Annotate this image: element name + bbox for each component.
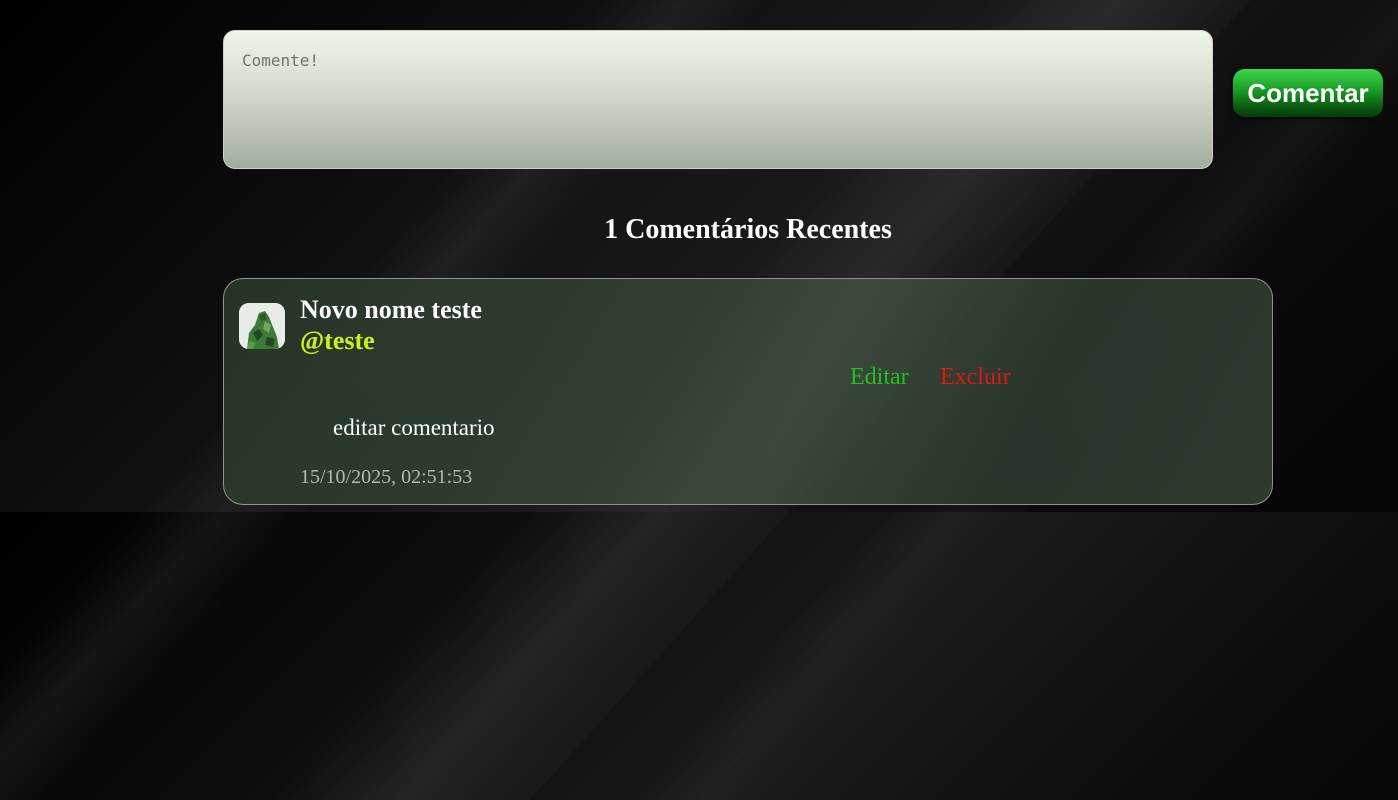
comment-input[interactable] — [224, 31, 1212, 168]
recent-comments-title: 1 Comentários Recentes — [604, 214, 892, 245]
comment-submit-button[interactable]: Comentar — [1233, 69, 1383, 117]
comment-author-name: Novo nome teste — [300, 295, 482, 324]
comment-card: Novo nome teste @teste Editar Excluir ed… — [223, 278, 1273, 505]
comment-composer — [223, 30, 1213, 169]
delete-comment-link[interactable]: Excluir — [940, 364, 1011, 391]
avatar-image — [239, 303, 285, 349]
comment-text: editar comentario — [333, 415, 495, 440]
edit-comment-link[interactable]: Editar — [850, 364, 909, 391]
comment-timestamp: 15/10/2025, 02:51:53 — [300, 466, 473, 488]
avatar[interactable] — [239, 303, 285, 349]
comment-author-handle[interactable]: @teste — [300, 326, 375, 356]
